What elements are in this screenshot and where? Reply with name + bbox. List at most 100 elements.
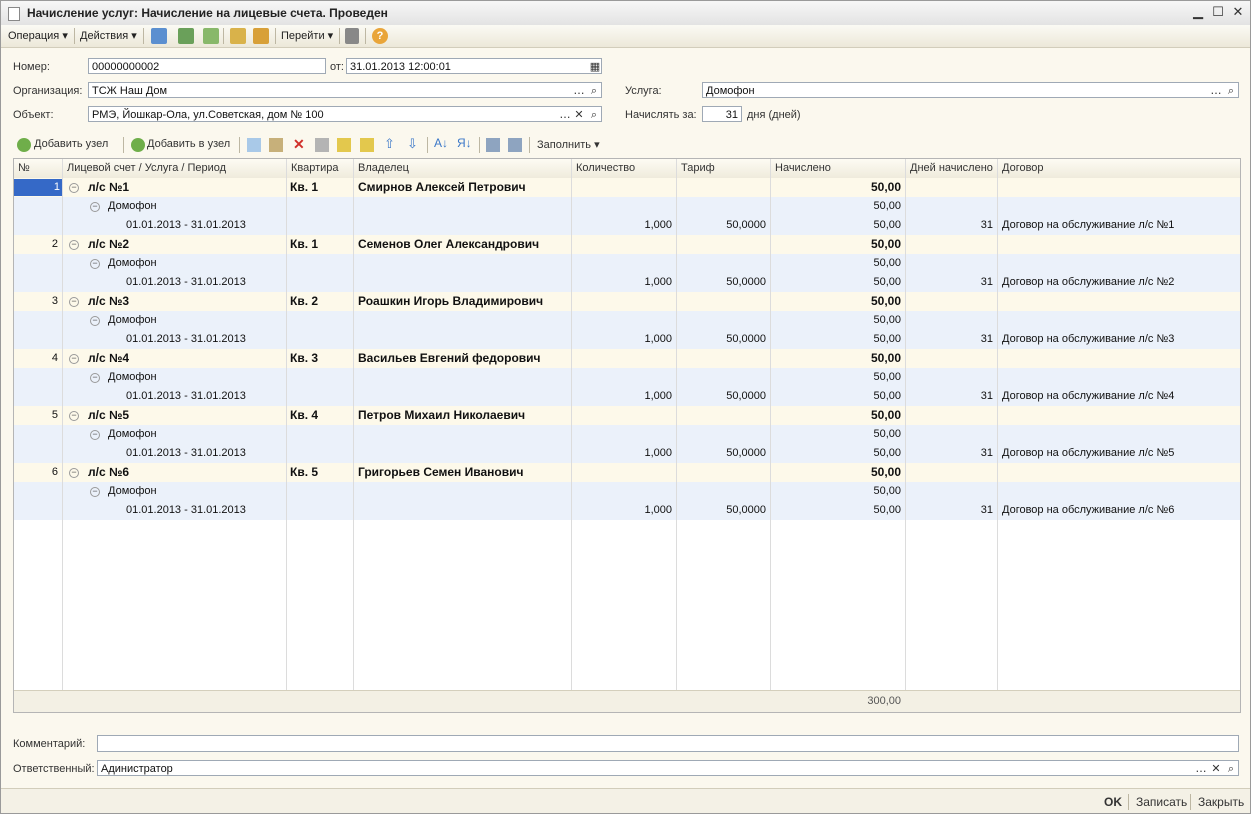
table-row[interactable]: 6 − л/с №6 Кв. 5 Григорьев Семен Иванович 50,… bbox=[14, 463, 1240, 482]
org-field[interactable]: ТСЖ Наш Дом bbox=[88, 82, 602, 98]
period-row[interactable]: 01.01.2013 - 31.01.2013 1,000 50,0000 50,00… bbox=[14, 330, 1240, 349]
org-search-icon[interactable]: ⌕ bbox=[587, 83, 601, 99]
collapse-toggle-icon[interactable]: − bbox=[69, 297, 79, 307]
object-field[interactable]: РМЭ, Йошкар-Ола, ул.Советская, дом № 100 bbox=[88, 106, 602, 122]
responsible-search-icon[interactable]: ⌕ bbox=[1224, 761, 1238, 777]
close-icon[interactable]: ✕ bbox=[1230, 5, 1246, 21]
col-owner[interactable]: Владелец bbox=[358, 162, 409, 174]
save-button[interactable]: Записать bbox=[1136, 795, 1187, 809]
collapse-icon[interactable] bbox=[360, 138, 374, 152]
footer-total: 300,00 bbox=[867, 695, 901, 707]
command-bar: Операция ▾ Действия ▾ Перейти ▾ ? bbox=[1, 25, 1250, 48]
service-row[interactable]: − Домофон 50,00 bbox=[14, 425, 1240, 444]
help-icon[interactable]: ? bbox=[372, 28, 388, 44]
col-quantity[interactable]: Количество bbox=[576, 162, 635, 174]
date-field[interactable]: 31.01.2013 12:00:01 bbox=[346, 58, 602, 74]
sort-asc-icon[interactable]: A↓ bbox=[434, 136, 448, 150]
service-row[interactable]: − Домофон 50,00 bbox=[14, 197, 1240, 216]
add-row-icon[interactable] bbox=[247, 138, 261, 152]
move-up-icon[interactable]: ⇧ bbox=[384, 136, 395, 152]
object-clear-icon[interactable]: ✕ bbox=[572, 107, 586, 123]
post-document-icon[interactable] bbox=[151, 28, 167, 44]
collapse-toggle-icon[interactable]: − bbox=[90, 373, 100, 383]
service-row[interactable]: − Домофон 50,00 bbox=[14, 482, 1240, 501]
service-name: Домофон bbox=[108, 314, 157, 326]
responsible-clear-icon[interactable]: ✕ bbox=[1209, 761, 1223, 777]
object-select-button[interactable]: … bbox=[558, 107, 572, 123]
collapse-toggle-icon[interactable]: − bbox=[69, 354, 79, 364]
service-field[interactable]: Домофон bbox=[702, 82, 1239, 98]
responsible-field[interactable]: Адинистратор bbox=[97, 760, 1239, 776]
service-row[interactable]: − Домофон 50,00 bbox=[14, 254, 1240, 273]
service-search-icon[interactable]: ⌕ bbox=[1224, 83, 1238, 99]
comment-field[interactable] bbox=[97, 735, 1239, 752]
object-search-icon[interactable]: ⌕ bbox=[587, 107, 601, 123]
collapse-toggle-icon[interactable]: − bbox=[69, 240, 79, 250]
period-row[interactable]: 01.01.2013 - 31.01.2013 1,000 50,0000 50,00… bbox=[14, 444, 1240, 463]
table-row[interactable]: 1− л/с №1 Кв. 1 Смирнов Алексей Петрович 50,… bbox=[14, 178, 1240, 197]
service-name: Домофон bbox=[108, 257, 157, 269]
delete-icon[interactable]: ✕ bbox=[293, 136, 305, 153]
col-apartment[interactable]: Квартира bbox=[291, 162, 339, 174]
col-charged[interactable]: Начислено bbox=[775, 162, 831, 174]
period-row[interactable]: 01.01.2013 - 31.01.2013 1,000 50,0000 50,00… bbox=[14, 501, 1240, 520]
org-select-button[interactable]: … bbox=[572, 83, 586, 99]
settings-icon[interactable] bbox=[508, 138, 522, 152]
collapse-toggle-icon[interactable]: − bbox=[90, 430, 100, 440]
close-button[interactable]: Закрыть bbox=[1198, 795, 1244, 809]
move-down-icon[interactable]: ⇩ bbox=[407, 136, 418, 152]
expand-icon[interactable] bbox=[337, 138, 351, 152]
charge-days-field[interactable]: 31 bbox=[702, 106, 742, 122]
collapse-toggle-icon[interactable]: − bbox=[69, 183, 79, 193]
service-row[interactable]: − Домофон 50,00 bbox=[14, 311, 1240, 330]
table-row[interactable]: 3 − л/с №3 Кв. 2 Роашкин Игорь Владимирович 5… bbox=[14, 292, 1240, 311]
account-total: 50,00 bbox=[870, 408, 901, 422]
responsible-select-button[interactable]: … bbox=[1194, 761, 1208, 777]
sort-desc-icon[interactable]: Я↓ bbox=[457, 136, 472, 150]
goto-menu[interactable]: Перейти ▾ bbox=[281, 29, 333, 42]
period-row[interactable]: 01.01.2013 - 31.01.2013 1,000 50,0000 50,00… bbox=[14, 387, 1240, 406]
table-row[interactable]: 5 − л/с №5 Кв. 4 Петров Михаил Николаевич 50,… bbox=[14, 406, 1240, 425]
print-icon[interactable] bbox=[253, 28, 269, 44]
contract: Договор на обслуживание л/с №4 bbox=[1002, 390, 1175, 402]
col-days[interactable]: Дней начислено bbox=[910, 162, 993, 174]
number-field[interactable]: 00000000002 bbox=[88, 58, 326, 74]
add-to-node-icon bbox=[131, 138, 145, 152]
add-node-button[interactable]: Добавить узел bbox=[34, 138, 108, 150]
actions-menu[interactable]: Действия ▾ bbox=[80, 29, 137, 42]
days-charged: 31 bbox=[980, 504, 993, 516]
col-contract[interactable]: Договор bbox=[1002, 162, 1044, 174]
add-to-node-button[interactable]: Добавить в узел bbox=[147, 138, 230, 150]
list-icon[interactable] bbox=[345, 28, 359, 44]
collapse-toggle-icon[interactable]: − bbox=[90, 487, 100, 497]
days-charged: 31 bbox=[980, 276, 993, 288]
edit-icon[interactable] bbox=[269, 138, 283, 152]
table-row[interactable]: 2 − л/с №2 Кв. 1 Семенов Олег Александрович 5… bbox=[14, 235, 1240, 254]
col-tariff[interactable]: Тариф bbox=[681, 162, 715, 174]
account-name: л/с №3 bbox=[88, 294, 130, 308]
owner-name: Петров Михаил Николаевич bbox=[358, 408, 526, 422]
collapse-toggle-icon[interactable]: − bbox=[90, 259, 100, 269]
copy-icon[interactable] bbox=[203, 28, 219, 44]
collapse-toggle-icon[interactable]: − bbox=[69, 468, 79, 478]
calendar-icon[interactable]: ▦ bbox=[588, 59, 602, 75]
fill-menu[interactable]: Заполнить ▾ bbox=[537, 138, 600, 151]
service-row[interactable]: − Домофон 50,00 bbox=[14, 368, 1240, 387]
refresh-icon[interactable] bbox=[178, 28, 194, 44]
collapse-toggle-icon[interactable]: − bbox=[69, 411, 79, 421]
structure-icon[interactable] bbox=[230, 28, 246, 44]
end-edit-icon[interactable] bbox=[315, 138, 329, 152]
table-row[interactable]: 4 − л/с №4 Кв. 3 Васильев Евгений федорович 5… bbox=[14, 349, 1240, 368]
minimize-icon[interactable]: ▁ bbox=[1190, 5, 1206, 21]
select-icon[interactable] bbox=[486, 138, 500, 152]
collapse-toggle-icon[interactable]: − bbox=[90, 202, 100, 212]
col-account[interactable]: Лицевой счет / Услуга / Период bbox=[67, 162, 226, 174]
service-select-button[interactable]: … bbox=[1209, 83, 1223, 99]
maximize-icon[interactable]: ☐ bbox=[1210, 5, 1226, 21]
operation-menu[interactable]: Операция ▾ bbox=[8, 29, 68, 42]
ok-button[interactable]: OK bbox=[1104, 795, 1122, 809]
col-no[interactable]: № bbox=[18, 162, 30, 174]
period-row[interactable]: 01.01.2013 - 31.01.2013 1,000 50,0000 50,00… bbox=[14, 273, 1240, 292]
period-row[interactable]: 01.01.2013 - 31.01.2013 1,000 50,0000 50,00… bbox=[14, 216, 1240, 235]
collapse-toggle-icon[interactable]: − bbox=[90, 316, 100, 326]
